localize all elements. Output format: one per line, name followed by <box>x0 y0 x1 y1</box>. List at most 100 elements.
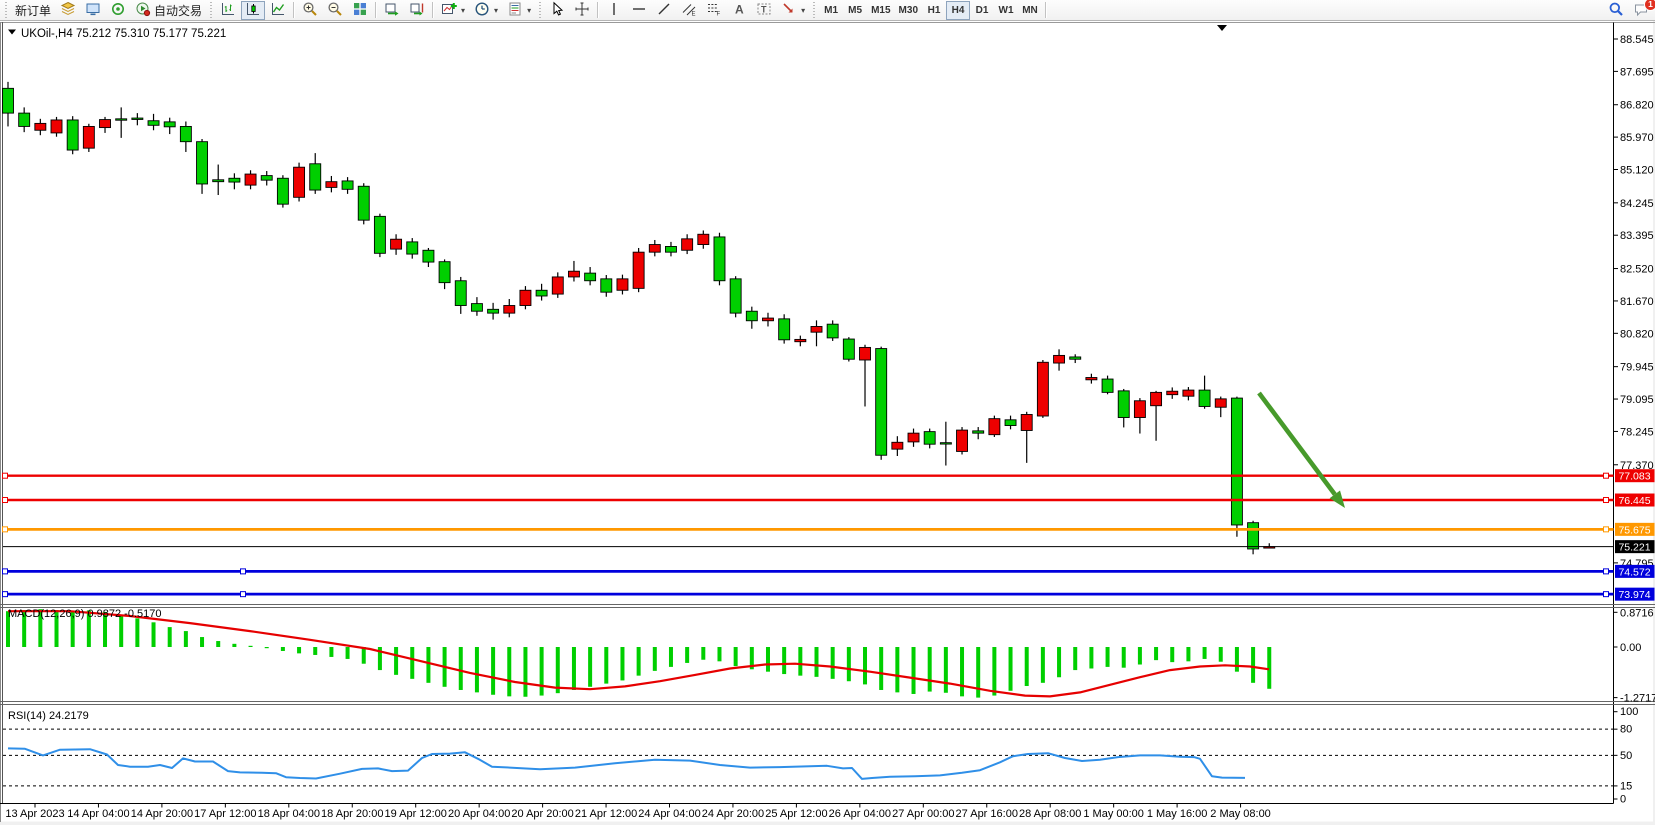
timeframe-m30-button[interactable]: M30 <box>895 1 922 20</box>
macd-bar <box>362 647 366 664</box>
candle-body <box>1037 362 1048 416</box>
line-handle[interactable] <box>1604 498 1609 503</box>
line-handle[interactable] <box>3 569 8 574</box>
line-handle[interactable] <box>3 498 8 503</box>
svg-text:F: F <box>717 11 721 17</box>
timeframe-d1-button[interactable]: D1 <box>970 1 994 20</box>
add-indicator-icon <box>441 1 457 20</box>
toolbar-grip[interactable] <box>4 2 8 18</box>
svg-text:T: T <box>761 4 767 14</box>
timeframe-mn-button[interactable]: MN <box>1018 1 1042 20</box>
layers-icon <box>60 1 76 20</box>
macd-bar <box>847 647 851 681</box>
macd-bar <box>1106 647 1110 667</box>
price-tick-label: 88.545 <box>1620 34 1654 46</box>
periods-button[interactable]: ▾ <box>470 1 502 20</box>
line-handle[interactable] <box>3 592 8 597</box>
timeframe-h1-button[interactable]: H1 <box>922 1 946 20</box>
macd-bar <box>459 647 463 690</box>
candle-body <box>601 279 612 292</box>
candle-chart-button[interactable] <box>241 1 265 20</box>
line-handle[interactable] <box>3 473 8 478</box>
arrows-button[interactable]: ▾ <box>777 1 809 20</box>
trendline-button[interactable] <box>652 1 676 20</box>
candle-body <box>1231 398 1242 525</box>
candle-body <box>180 126 191 141</box>
channel-button[interactable]: E <box>677 1 701 20</box>
indicators-button[interactable]: ▾ <box>437 1 469 20</box>
layers-button[interactable] <box>56 1 80 20</box>
line-handle[interactable] <box>1604 592 1609 597</box>
macd-bar <box>249 646 253 647</box>
line-handle[interactable] <box>1604 527 1609 532</box>
candle-body <box>488 309 499 313</box>
new-order-button[interactable]: 新订单 <box>11 1 55 20</box>
price-label-text: 73.974 <box>1618 589 1650 601</box>
line-handle[interactable] <box>241 592 246 597</box>
price-tick-label: 83.395 <box>1620 230 1654 242</box>
line-handle[interactable] <box>241 569 246 574</box>
zoom-out-button[interactable] <box>323 1 347 20</box>
signal-button[interactable] <box>106 1 130 20</box>
toolbar-grip[interactable] <box>812 2 816 18</box>
time-tick-label: 17 Apr 12:00 <box>194 808 256 820</box>
crosshair-button[interactable] <box>570 1 594 20</box>
toolbar-grip[interactable] <box>209 2 213 18</box>
timeframe-w1-button[interactable]: W1 <box>994 1 1018 20</box>
label-icon: T <box>756 1 772 20</box>
macd-bar <box>135 618 139 647</box>
search-button[interactable] <box>1604 1 1628 20</box>
tile-windows-button[interactable] <box>348 1 372 20</box>
line-chart-button[interactable] <box>266 1 290 20</box>
time-tick-label: 21 Apr 12:00 <box>575 808 637 820</box>
candle-body <box>827 324 838 338</box>
macd-bar <box>540 647 544 696</box>
toolbar-separator <box>597 2 599 18</box>
auto-trading-button[interactable]: 自动交易 <box>131 1 206 20</box>
macd-bar <box>912 647 916 694</box>
line-handle[interactable] <box>1604 569 1609 574</box>
text-label-button[interactable]: T <box>752 1 776 20</box>
price-tick-label: 78.245 <box>1620 426 1654 438</box>
price-label-text: 76.445 <box>1618 495 1650 507</box>
notifications-button[interactable]: 1 <box>1629 1 1653 20</box>
horizontal-line-button[interactable] <box>627 1 651 20</box>
line-handle[interactable] <box>1604 473 1609 478</box>
macd-bar <box>1267 647 1271 689</box>
auto-scroll-button[interactable] <box>380 1 404 20</box>
candle-body <box>1215 399 1226 407</box>
vertical-line-button[interactable] <box>602 1 626 20</box>
terminal-button[interactable] <box>81 1 105 20</box>
zoom-in-button[interactable] <box>298 1 322 20</box>
candle-body <box>1054 355 1065 363</box>
toolbar-grip[interactable] <box>538 2 542 18</box>
timeframe-h4-button[interactable]: H4 <box>946 1 970 20</box>
fibonacci-button[interactable]: F <box>702 1 726 20</box>
price-tick-label: 82.520 <box>1620 264 1654 276</box>
toolbar-separator <box>1045 2 1047 18</box>
cursor-button[interactable] <box>545 1 569 20</box>
templates-button[interactable]: ▾ <box>503 1 535 20</box>
macd-bar <box>313 647 317 655</box>
macd-bar <box>1073 647 1077 670</box>
candle-body <box>51 120 62 133</box>
line-handle[interactable] <box>3 527 8 532</box>
timeframe-m5-button[interactable]: M5 <box>843 1 867 20</box>
macd-bar <box>701 647 705 660</box>
candle-body <box>973 431 984 433</box>
timeframe-m15-button[interactable]: M15 <box>867 1 894 20</box>
chart-canvas[interactable]: 88.54587.69586.82085.97085.12084.24583.3… <box>0 21 1655 825</box>
chart-shift-button[interactable] <box>405 1 429 20</box>
macd-bar <box>1025 647 1029 686</box>
time-tick-label: 18 Apr 20:00 <box>321 808 383 820</box>
macd-bar <box>491 647 495 695</box>
signal-icon <box>110 1 126 20</box>
candle-body <box>811 326 822 332</box>
toolbar-separator <box>375 2 377 18</box>
channel-icon: E <box>681 1 697 20</box>
candle-body <box>1134 401 1145 418</box>
timeframe-m1-button[interactable]: M1 <box>819 1 843 20</box>
chart-window[interactable]: 88.54587.69586.82085.97085.12084.24583.3… <box>0 21 1655 825</box>
bar-chart-button[interactable] <box>216 1 240 20</box>
text-button[interactable]: A <box>727 1 751 20</box>
